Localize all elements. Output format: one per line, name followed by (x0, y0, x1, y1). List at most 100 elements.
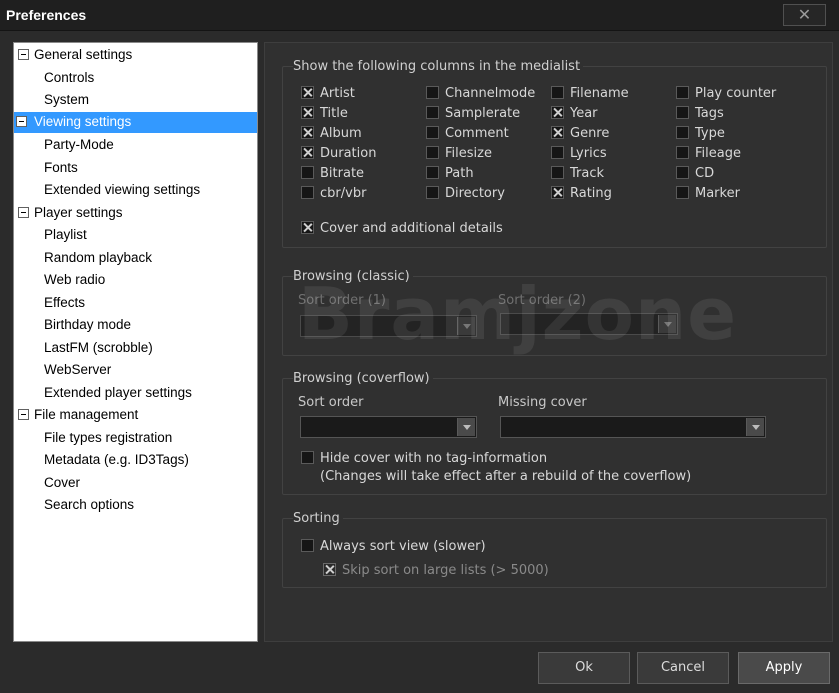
checkbox-box[interactable] (551, 146, 564, 159)
checkbox-box[interactable] (676, 86, 689, 99)
tree-item-webserver[interactable]: WebServer (44, 360, 111, 381)
chevron-down-icon[interactable] (457, 317, 475, 335)
coverflow-sort-order-dropdown[interactable] (300, 416, 477, 438)
tree-item-player-settings[interactable]: Player settings (18, 203, 123, 224)
close-icon: ✕ (797, 5, 812, 24)
checkbox-box[interactable] (301, 451, 314, 464)
sort-order-1-label: Sort order (1) (298, 293, 386, 308)
close-button[interactable]: ✕ (783, 4, 826, 26)
checkbox-box[interactable] (551, 106, 564, 119)
checkbox-box[interactable] (676, 106, 689, 119)
checkbox-box[interactable] (551, 126, 564, 139)
column-checkbox-label: Samplerate (445, 106, 521, 121)
checkbox-box[interactable] (301, 186, 314, 199)
column-checkbox-label: Year (570, 106, 598, 121)
checkbox-box[interactable] (426, 126, 439, 139)
column-checkbox-label: Filesize (445, 146, 492, 161)
missing-cover-label: Missing cover (498, 395, 587, 410)
collapse-icon[interactable] (18, 49, 29, 60)
tree-item-file-management[interactable]: File management (18, 405, 138, 426)
apply-button[interactable]: Apply (738, 652, 830, 684)
window-title: Preferences (6, 7, 87, 23)
tree-item-birthday-mode[interactable]: Birthday mode (44, 315, 131, 336)
collapse-icon[interactable] (18, 409, 29, 420)
column-checkbox-label: Lyrics (570, 146, 607, 161)
checkbox-box[interactable] (301, 106, 314, 119)
tree-item-extended-player-settings[interactable]: Extended player settings (44, 383, 192, 404)
tree-item-viewing-settings[interactable]: Viewing settings (14, 112, 257, 133)
ok-button[interactable]: Ok (538, 652, 630, 684)
tree-item-random-playback[interactable]: Random playback (44, 248, 152, 269)
column-checkbox-label: Duration (320, 146, 377, 161)
chevron-down-icon[interactable] (658, 315, 676, 333)
checkbox-box[interactable] (551, 166, 564, 179)
coverflow-rebuild-note: (Changes will take effect after a rebuil… (320, 469, 692, 484)
checkbox-box[interactable] (301, 539, 314, 552)
checkbox-box[interactable] (301, 86, 314, 99)
column-checkbox-label: Genre (570, 126, 610, 141)
title-bar: Preferences ✕ (0, 0, 839, 31)
column-checkbox-label: Rating (570, 186, 612, 201)
tree-item-search-options[interactable]: Search options (44, 495, 134, 516)
checkbox-box[interactable] (676, 126, 689, 139)
tree-item-file-types-registration[interactable]: File types registration (44, 428, 172, 449)
missing-cover-dropdown[interactable] (500, 416, 766, 438)
cancel-button[interactable]: Cancel (637, 652, 729, 684)
collapse-icon[interactable] (18, 207, 29, 218)
column-checkbox-label: Fileage (695, 146, 741, 161)
chevron-down-icon[interactable] (746, 418, 764, 436)
checkbox-box[interactable] (676, 146, 689, 159)
sort-order-2-label: Sort order (2) (498, 293, 586, 308)
checkbox-box[interactable] (426, 186, 439, 199)
column-checkbox-label: CD (695, 166, 715, 181)
checkbox-box[interactable] (301, 146, 314, 159)
checkbox-box[interactable] (551, 186, 564, 199)
column-checkbox-label: Type (695, 126, 725, 141)
tree-item-system[interactable]: System (44, 90, 89, 111)
column-checkbox-label: Album (320, 126, 362, 141)
settings-tree[interactable]: General settings Controls System Viewing… (13, 42, 258, 642)
checkbox-box[interactable] (426, 146, 439, 159)
browsing-coverflow-title: Browsing (coverflow) (293, 371, 433, 386)
column-checkbox-label: Track (570, 166, 605, 181)
column-checkbox-label: Bitrate (320, 166, 365, 181)
column-checkbox-label: cbr/vbr (320, 186, 367, 201)
chevron-down-icon[interactable] (457, 418, 475, 436)
column-checkbox-label: Path (445, 166, 474, 181)
tree-item-lastfm[interactable]: LastFM (scrobble) (44, 338, 153, 359)
checkbox-box[interactable] (301, 221, 314, 234)
column-checkbox-label: Tags (695, 106, 724, 121)
coverflow-sort-order-label: Sort order (298, 395, 364, 410)
checkbox-box[interactable] (676, 166, 689, 179)
tree-item-cover[interactable]: Cover (44, 473, 80, 494)
column-checkbox-label: Comment (445, 126, 509, 141)
checkbox-box[interactable] (426, 166, 439, 179)
tree-item-metadata[interactable]: Metadata (e.g. ID3Tags) (44, 450, 189, 471)
column-checkbox-label: Play counter (695, 86, 777, 101)
checkbox-box[interactable] (301, 126, 314, 139)
column-checkbox-label: Directory (445, 186, 505, 201)
checkbox-box[interactable] (323, 563, 336, 576)
browsing-classic-title: Browsing (classic) (293, 269, 413, 284)
columns-group-title: Show the following columns in the medial… (293, 59, 584, 74)
sorting-title: Sorting (293, 511, 343, 526)
tree-item-fonts[interactable]: Fonts (44, 158, 78, 179)
tree-item-playlist[interactable]: Playlist (44, 225, 87, 246)
column-checkbox-label: Filename (570, 86, 629, 101)
tree-item-general-settings[interactable]: General settings (18, 45, 132, 66)
collapse-icon[interactable] (16, 116, 27, 127)
tree-item-extended-viewing-settings[interactable]: Extended viewing settings (44, 180, 200, 201)
column-checkbox-label: Channelmode (445, 86, 536, 101)
tree-item-party-mode[interactable]: Party-Mode (44, 135, 114, 156)
checkbox-box[interactable] (301, 166, 314, 179)
checkbox-box[interactable] (426, 106, 439, 119)
sort-order-1-dropdown[interactable] (300, 315, 477, 337)
checkbox-box[interactable] (426, 86, 439, 99)
tree-item-effects[interactable]: Effects (44, 293, 85, 314)
checkbox-box[interactable] (551, 86, 564, 99)
tree-item-controls[interactable]: Controls (44, 68, 94, 89)
checkbox-box[interactable] (676, 186, 689, 199)
tree-item-web-radio[interactable]: Web radio (44, 270, 105, 291)
sort-order-2-dropdown[interactable] (500, 313, 678, 335)
column-checkbox-label: Marker (695, 186, 740, 201)
